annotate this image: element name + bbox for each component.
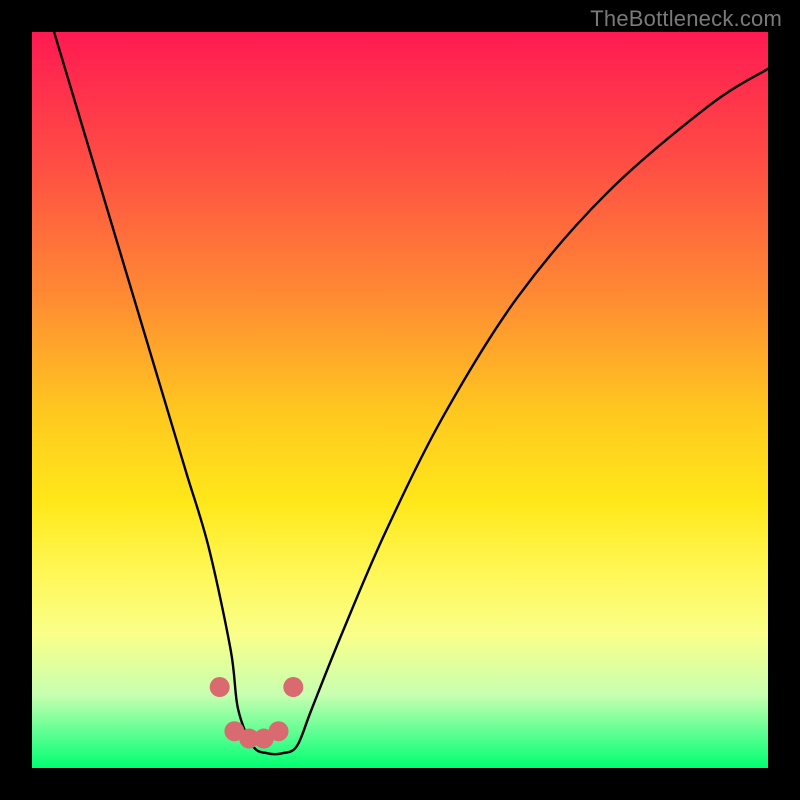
bottleneck-curve-path [54,32,768,754]
chart-area [32,32,768,768]
marker-dot [283,677,303,697]
watermark-text: TheBottleneck.com [590,6,782,32]
bottleneck-chart [32,32,768,768]
marker-dots-group [210,677,304,749]
marker-dot [269,721,289,741]
marker-dot [210,677,230,697]
